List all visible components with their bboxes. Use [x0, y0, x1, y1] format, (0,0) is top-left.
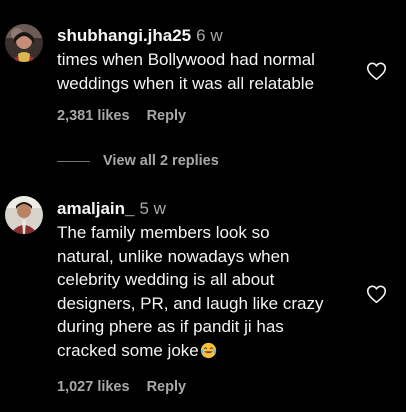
- replies-divider-line: [57, 160, 90, 162]
- comment-time: 5 w: [139, 199, 166, 218]
- comment-text: The family members look so natural, unli…: [57, 223, 324, 360]
- comment-username[interactable]: amaljain_: [57, 199, 135, 218]
- view-replies-label: View all 2 replies: [103, 153, 219, 169]
- comment-text: times when Bollywood had normal weddings…: [57, 50, 315, 93]
- reply-button[interactable]: Reply: [147, 379, 187, 395]
- avatar[interactable]: [5, 196, 43, 234]
- likes-count[interactable]: 2,381 likes: [57, 108, 130, 124]
- likes-count[interactable]: 1,027 likes: [57, 379, 130, 395]
- comment-username[interactable]: shubhangi.jha25: [57, 26, 191, 45]
- face-with-tears-of-joy-icon: [200, 342, 217, 359]
- like-heart-icon[interactable]: [366, 284, 387, 304]
- view-replies-button[interactable]: View all 2 replies: [57, 150, 219, 172]
- comment-time: 6 w: [196, 26, 223, 45]
- like-heart-icon[interactable]: [366, 61, 387, 81]
- avatar[interactable]: [5, 24, 43, 62]
- reply-button[interactable]: Reply: [147, 108, 187, 124]
